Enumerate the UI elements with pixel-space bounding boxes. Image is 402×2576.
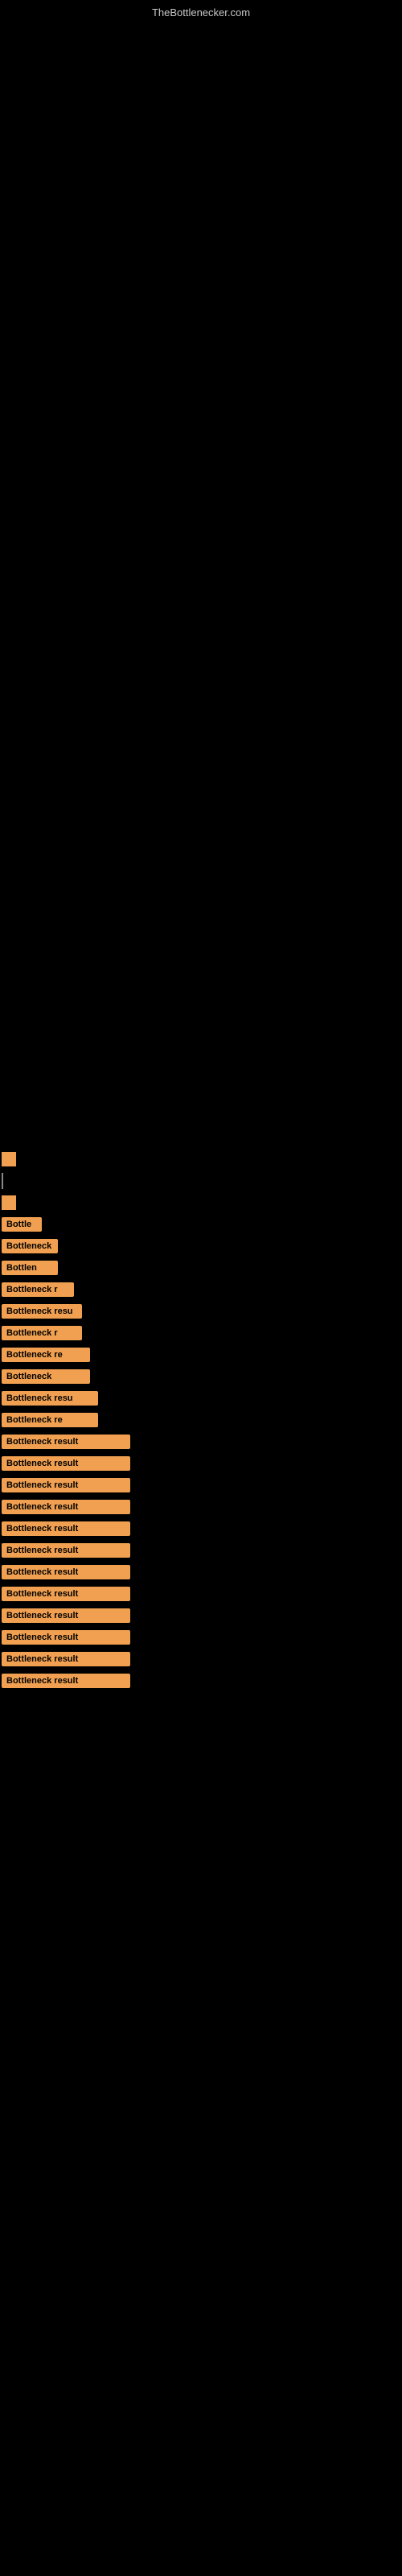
result-item: Bottleneck result	[2, 1564, 402, 1579]
result-badge-15: Bottleneck result	[2, 1521, 130, 1536]
result-item: Bottleneck result	[2, 1499, 402, 1514]
result-badge-22: Bottleneck result	[2, 1674, 130, 1688]
result-item: Bottleneck re	[2, 1412, 402, 1427]
result-badge-12: Bottleneck result	[2, 1456, 130, 1471]
result-item: Bottle	[2, 1216, 402, 1232]
result-badge-2: Bottleneck	[2, 1239, 58, 1253]
results-section: Bottle Bottleneck Bottlen Bottleneck r B…	[0, 1152, 402, 1688]
result-item: Bottleneck result	[2, 1651, 402, 1666]
result-item: Bottleneck result	[2, 1673, 402, 1688]
result-badge-7: Bottleneck re	[2, 1348, 90, 1362]
result-item: Bottleneck result	[2, 1434, 402, 1449]
result-badge-14: Bottleneck result	[2, 1500, 130, 1514]
result-item: Bottleneck re	[2, 1347, 402, 1362]
result-badge-11: Bottleneck result	[2, 1435, 130, 1449]
result-badge-10: Bottleneck re	[2, 1413, 98, 1427]
page-wrapper: TheBottlenecker.com Bottle Bottleneck Bo…	[0, 0, 402, 2576]
result-badge-4: Bottleneck r	[2, 1282, 74, 1297]
result-item: Bottlen	[2, 1260, 402, 1275]
result-item-indicator-1	[2, 1152, 402, 1166]
result-item: Bottleneck r	[2, 1325, 402, 1340]
result-badge-18: Bottleneck result	[2, 1587, 130, 1601]
site-title: TheBottlenecker.com	[0, 0, 402, 19]
result-badge-13: Bottleneck result	[2, 1478, 130, 1492]
result-item: Bottleneck	[2, 1238, 402, 1253]
result-item: Bottleneck result	[2, 1608, 402, 1623]
result-item: Bottleneck	[2, 1368, 402, 1384]
chart-area	[0, 19, 402, 1146]
result-item: Bottleneck r	[2, 1282, 402, 1297]
result-badge-3: Bottlen	[2, 1261, 58, 1275]
result-badge-16: Bottleneck result	[2, 1543, 130, 1558]
result-badge-9: Bottleneck resu	[2, 1391, 98, 1406]
result-item: Bottleneck result	[2, 1455, 402, 1471]
vertical-line-1	[2, 1173, 3, 1189]
result-badge-20: Bottleneck result	[2, 1630, 130, 1645]
result-badge-8: Bottleneck	[2, 1369, 90, 1384]
result-item-line	[2, 1173, 402, 1189]
result-badge-6: Bottleneck r	[2, 1326, 82, 1340]
result-item: Bottleneck result	[2, 1586, 402, 1601]
result-item-indicator-2	[2, 1195, 402, 1210]
result-item: Bottleneck result	[2, 1629, 402, 1645]
result-item: Bottleneck result	[2, 1521, 402, 1536]
orange-block-2	[2, 1195, 16, 1210]
result-item: Bottleneck resu	[2, 1303, 402, 1319]
result-badge-17: Bottleneck result	[2, 1565, 130, 1579]
result-item: Bottleneck result	[2, 1477, 402, 1492]
result-item: Bottleneck resu	[2, 1390, 402, 1406]
result-badge-21: Bottleneck result	[2, 1652, 130, 1666]
result-item: Bottleneck result	[2, 1542, 402, 1558]
result-badge-1: Bottle	[2, 1217, 42, 1232]
result-badge-5: Bottleneck resu	[2, 1304, 82, 1319]
orange-block-1	[2, 1152, 16, 1166]
result-badge-19: Bottleneck result	[2, 1608, 130, 1623]
